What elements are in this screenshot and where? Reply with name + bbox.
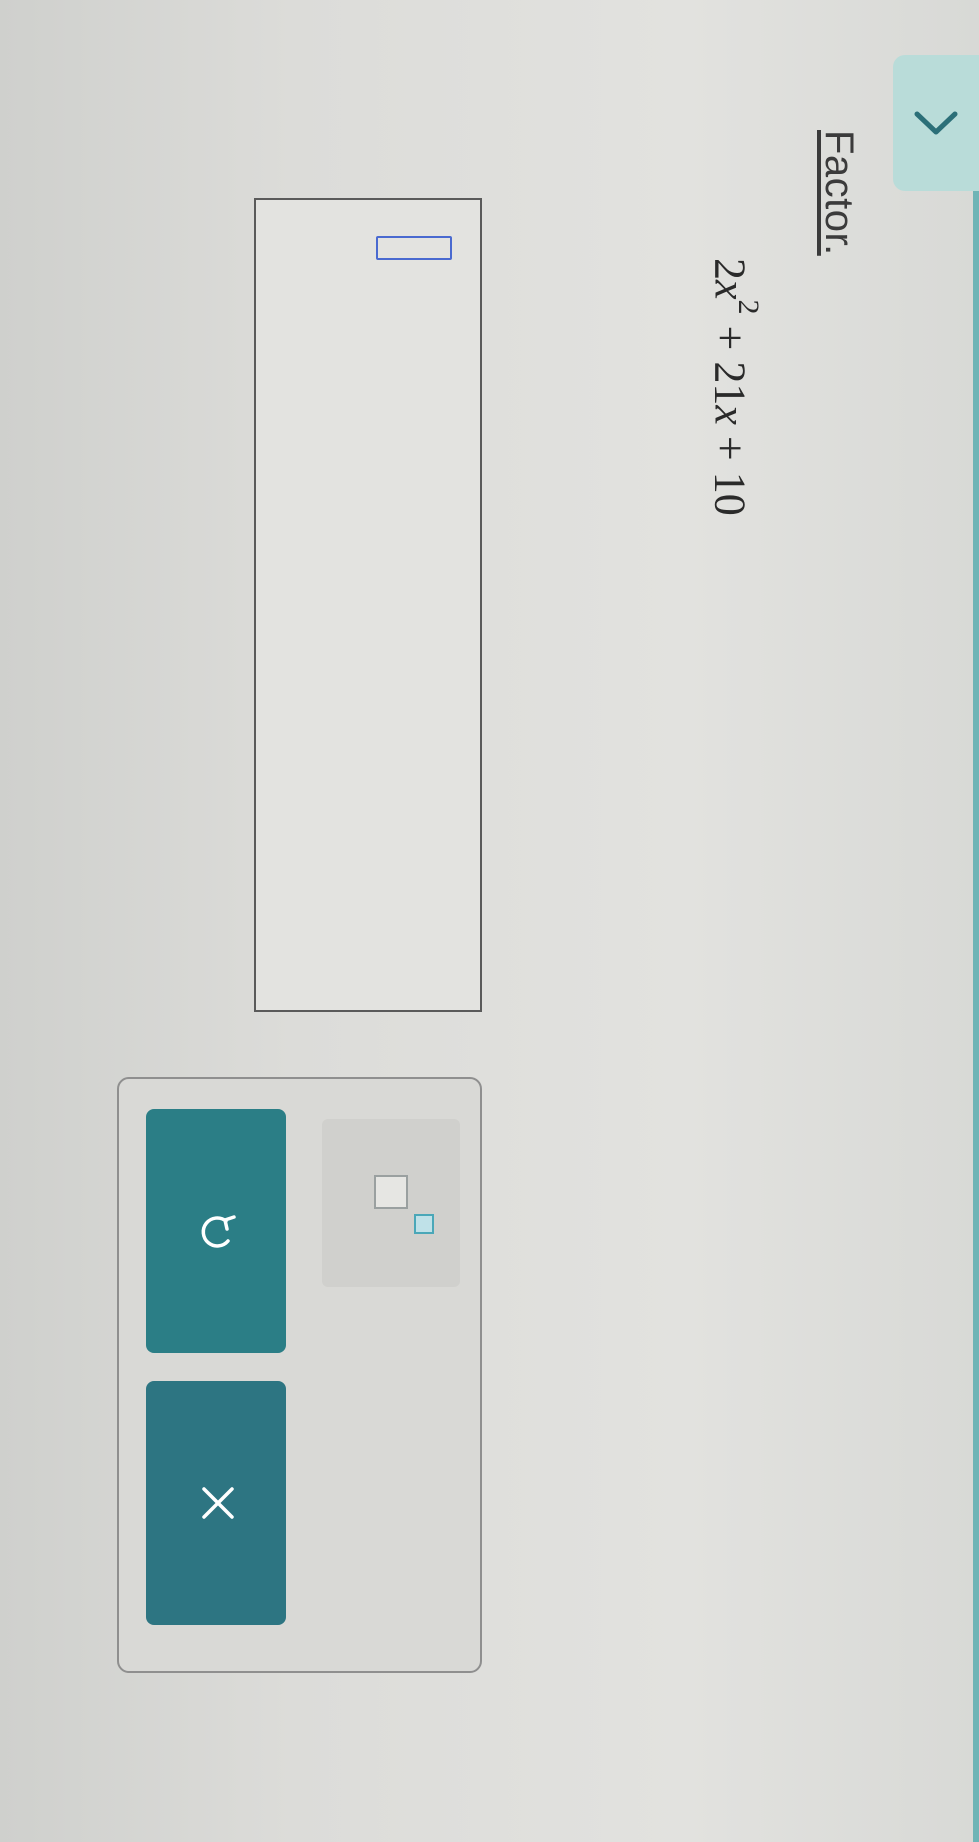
undo-button[interactable]: [146, 1109, 286, 1353]
clear-icon: [192, 1481, 241, 1525]
expression-exponent: 2: [732, 299, 765, 315]
instruction-text: Factor.: [817, 130, 861, 256]
expression-term: + 21: [705, 314, 755, 406]
answer-cursor-slot[interactable]: [376, 236, 452, 260]
expression-variable: x: [705, 405, 755, 425]
exponent-base-box: [374, 1175, 408, 1209]
expression-term: + 10: [705, 424, 755, 516]
question-panel: Factor. 2x2 + 21x + 10: [0, 0, 979, 1842]
page: Factor. 2x2 + 21x + 10: [0, 0, 979, 1842]
answer-input[interactable]: [254, 198, 482, 1012]
clear-button[interactable]: [146, 1381, 286, 1625]
expression-coefficient: 2: [705, 258, 755, 280]
problem-expression: 2x2 + 21x + 10: [704, 258, 765, 516]
math-tools-panel: [117, 1077, 482, 1673]
expression-variable: x: [705, 280, 755, 300]
undo-icon: [192, 1209, 241, 1253]
exponent-button[interactable]: [322, 1119, 460, 1287]
exponent-power-box: [414, 1214, 434, 1234]
